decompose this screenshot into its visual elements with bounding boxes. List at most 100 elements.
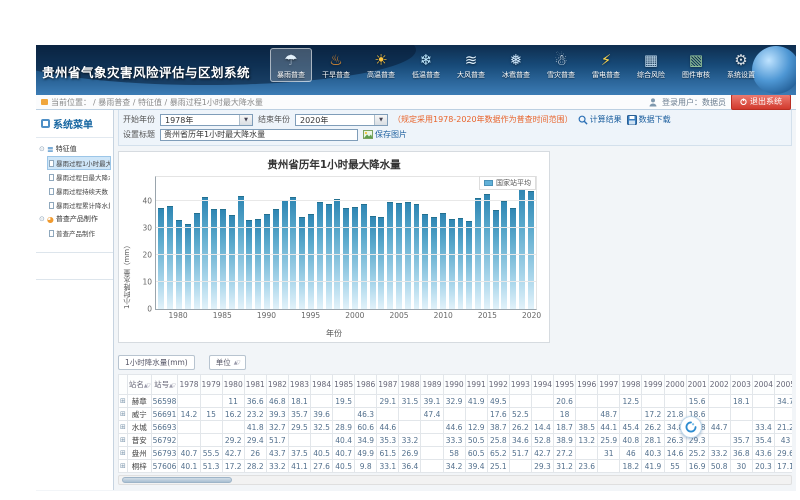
cell-56598-2004 (752, 395, 774, 408)
logout-button[interactable]: 退出系统 (731, 94, 791, 110)
cell-56792-1998: 40.8 (620, 434, 642, 447)
row-expand-icon[interactable]: ⊞ (119, 421, 128, 434)
header-year-1996[interactable]: 1996 (576, 375, 598, 395)
header-year-1981[interactable]: 1981 (244, 375, 266, 395)
toolbar-item-wrench[interactable]: ⚙系统设置 (720, 48, 762, 82)
header-year-1994[interactable]: 1994 (531, 375, 553, 395)
header-year-1995[interactable]: 1995 (554, 375, 576, 395)
toolbar-item-wind[interactable]: ≋大风普查 (450, 48, 492, 82)
cell-56691-2004 (752, 408, 774, 421)
header-year-2001[interactable]: 2001 (686, 375, 708, 395)
toolbar-item-map[interactable]: ▧图件审核 (675, 48, 717, 82)
sidebar-item[interactable]: 暴雨过程1小时最大降水量 (47, 156, 111, 170)
table-row-56793[interactable]: ⊞盘州5679340.755.542.72643.737.540.540.749… (119, 447, 793, 460)
bar-slot (227, 177, 236, 309)
save-disk-icon (627, 115, 637, 125)
toolbar-item-hail[interactable]: ❅冰雹普查 (495, 48, 537, 82)
table-header-row: 站名▲▽站号▲▽19781979198019811982198319841985… (119, 375, 793, 395)
header-year-1978[interactable]: 1978 (178, 375, 200, 395)
header-station-name[interactable]: 站名▲▽ (127, 375, 151, 395)
floating-assistant-button[interactable] (680, 416, 702, 438)
cell-57606-1988: 36.4 (399, 460, 421, 473)
cell-57606-1982: 33.2 (266, 460, 288, 473)
header-year-2004[interactable]: 2004 (752, 375, 774, 395)
row-expand-icon[interactable]: ⊞ (119, 408, 128, 421)
bar-slot (175, 177, 184, 309)
cell-56693-1979 (200, 421, 222, 434)
filter-row-2: 设置标题 保存图片 (123, 127, 787, 142)
cell-56598-1992: 49.5 (487, 395, 509, 408)
end-year-select[interactable]: 2020年 ▼ (295, 114, 388, 126)
toolbar-item-cold[interactable]: ❄低温普查 (405, 48, 447, 82)
header-year-1990[interactable]: 1990 (443, 375, 465, 395)
tree-group-2[interactable]: ⊙◕普查产品制作 (38, 212, 111, 226)
cell-56693-1988 (399, 421, 421, 434)
header-year-1985[interactable]: 1985 (333, 375, 355, 395)
row-expand-icon[interactable]: ⊞ (119, 447, 128, 460)
header-year-2002[interactable]: 2002 (708, 375, 730, 395)
cell-56793-1988: 26.9 (399, 447, 421, 460)
header-year-1991[interactable]: 1991 (465, 375, 487, 395)
table-row-56598[interactable]: ⊞赫章565981136.646.818.119.529.131.539.132… (119, 395, 793, 408)
sidebar-item[interactable]: 暴雨过程累计降水量 (47, 198, 111, 212)
row-expand-icon[interactable]: ⊞ (119, 434, 128, 447)
header-year-1992[interactable]: 1992 (487, 375, 509, 395)
table-row-57606[interactable]: ⊞桐梓5760640.151.317.228.233.241.127.640.5… (119, 460, 793, 473)
cell-57606-1986: 9.8 (355, 460, 377, 473)
unit-selector[interactable]: 1小时降水量(mm) (118, 355, 195, 370)
header-year-1988[interactable]: 1988 (399, 375, 421, 395)
toolbar-item-lightning[interactable]: ⚡雷电普查 (585, 48, 627, 82)
header-year-1982[interactable]: 1982 (266, 375, 288, 395)
header-year-1987[interactable]: 1987 (377, 375, 399, 395)
toolbar-item-snow[interactable]: ☃雪灾普查 (540, 48, 582, 82)
legend-item[interactable]: 国家站平均 (479, 176, 536, 190)
cell-56693-1992: 38.7 (487, 421, 509, 434)
header-year-1997[interactable]: 1997 (598, 375, 620, 395)
cell-56793-1978: 40.7 (178, 447, 200, 460)
cell-57606-1998: 18.2 (620, 460, 642, 473)
header-year-2003[interactable]: 2003 (730, 375, 752, 395)
row-expand-icon[interactable]: ⊞ (119, 395, 128, 408)
cell-56792-1984 (311, 434, 333, 447)
toolbar-item-rain[interactable]: ☂暴雨普查 (270, 48, 312, 82)
bar-slot (491, 177, 500, 309)
header-station-id[interactable]: 站号▲▽ (151, 375, 178, 395)
row-expand-icon[interactable]: ⊞ (119, 460, 128, 473)
header-year-2005[interactable]: 2005 (774, 375, 792, 395)
app-header: 贵州省气象灾害风险评估与区划系统 ☂暴雨普查♨干旱普查☀高温普查❄低温普查≋大风… (36, 45, 796, 95)
toolbar-item-heat[interactable]: ☀高温普查 (360, 48, 402, 82)
bar-slot (183, 177, 192, 309)
header-year-1980[interactable]: 1980 (222, 375, 244, 395)
sidebar-item[interactable]: 普查产品制作 (47, 226, 111, 240)
sidebar-item[interactable]: 暴雨过程持续天数 (47, 184, 111, 198)
scrollbar-thumb[interactable] (122, 477, 232, 483)
tree-group-1[interactable]: ⊙≣特征值 (38, 142, 111, 156)
bar-1988 (246, 220, 252, 309)
start-year-select[interactable]: 1978年 ▼ (160, 114, 253, 126)
sort-icon: ▲▽ (169, 383, 175, 389)
header-year-1989[interactable]: 1989 (421, 375, 443, 395)
bar-slot (509, 177, 518, 309)
calculate-button[interactable]: 计算结果 (578, 114, 622, 125)
header-year-1993[interactable]: 1993 (509, 375, 531, 395)
header-year-1984[interactable]: 1984 (311, 375, 333, 395)
chart-title-input[interactable] (160, 129, 358, 141)
toolbar-item-drought[interactable]: ♨干旱普查 (315, 48, 357, 82)
header-year-2000[interactable]: 2000 (664, 375, 686, 395)
bar-slot (518, 177, 527, 309)
download-button[interactable]: 数据下载 (627, 114, 671, 125)
rain-icon: ☂ (284, 51, 297, 70)
header-year-1979[interactable]: 1979 (200, 375, 222, 395)
header-year-1983[interactable]: 1983 (288, 375, 310, 395)
cell-56792-1994: 52.8 (531, 434, 553, 447)
toolbar-item-calculator[interactable]: ▦综合风险 (630, 48, 672, 82)
header-year-1998[interactable]: 1998 (620, 375, 642, 395)
header-year-1999[interactable]: 1999 (642, 375, 664, 395)
sidebar-item[interactable]: 暴雨过程日最大降水量 (47, 170, 111, 184)
save-image-button[interactable]: 保存图片 (363, 129, 407, 140)
cell-56693-2004: 33.4 (752, 421, 774, 434)
header-year-1986[interactable]: 1986 (355, 375, 377, 395)
sidebar-item-label: 暴雨过程1小时最大降水量 (56, 158, 111, 168)
unit-sort-control[interactable]: 单位 ▲▽ (209, 355, 247, 370)
horizontal-scrollbar[interactable] (118, 475, 792, 485)
